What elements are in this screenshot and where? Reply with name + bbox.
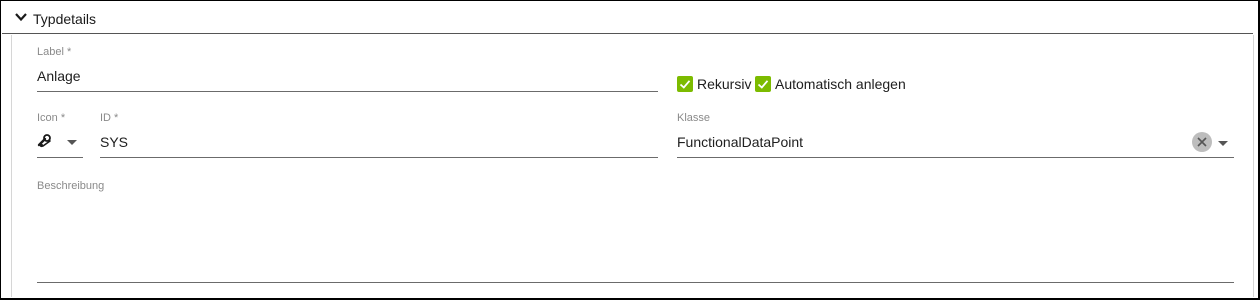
- clear-button[interactable]: [1192, 132, 1212, 152]
- section-header[interactable]: Typdetails: [2, 2, 1253, 34]
- id-field[interactable]: SYS: [100, 134, 128, 150]
- id-field-label: ID *: [100, 112, 119, 124]
- label-field-underline: [37, 91, 658, 92]
- label-field[interactable]: Anlage: [37, 68, 81, 84]
- automatisch-anlegen-checkbox[interactable]: [755, 76, 771, 92]
- check-icon: [679, 80, 691, 89]
- type-details-panel: Typdetails Label * Anlage Rekursiv Autom…: [0, 0, 1260, 300]
- icon-field-underline: [37, 157, 83, 158]
- wrench-key-icon: [37, 134, 51, 148]
- chevron-down-icon: [67, 140, 77, 145]
- label-field-label: Label *: [37, 46, 72, 58]
- chevron-down-icon[interactable]: [1218, 141, 1228, 146]
- id-field-underline: [100, 157, 658, 158]
- beschreibung-field-underline: [37, 282, 1234, 283]
- chevron-down-icon: [15, 13, 27, 22]
- icon-field-label: Icon *: [37, 112, 66, 124]
- klasse-select[interactable]: FunctionalDataPoint: [677, 134, 803, 150]
- rekursiv-label[interactable]: Rekursiv: [697, 76, 751, 92]
- icon-select[interactable]: [37, 132, 83, 154]
- klasse-field-label: Klasse: [677, 112, 711, 124]
- check-icon: [757, 80, 769, 89]
- automatisch-anlegen-label[interactable]: Automatisch anlegen: [775, 76, 906, 92]
- close-icon: [1197, 137, 1207, 147]
- klasse-field-underline: [677, 157, 1234, 158]
- beschreibung-field-label: Beschreibung: [37, 180, 105, 192]
- beschreibung-textarea[interactable]: [37, 197, 1234, 281]
- rekursiv-checkbox[interactable]: [677, 76, 693, 92]
- section-title: Typdetails: [33, 11, 97, 27]
